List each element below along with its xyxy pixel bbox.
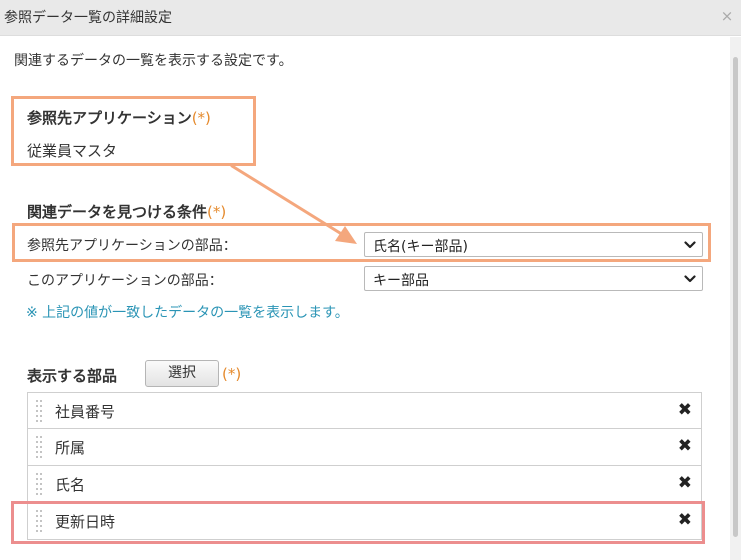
reference-field-selected: 氏名(キー部品): [373, 239, 468, 255]
close-icon[interactable]: ×: [720, 9, 734, 24]
delete-icon[interactable]: ✖: [678, 473, 692, 493]
reference-field-select[interactable]: 氏名(キー部品): [364, 232, 703, 257]
display-fields-heading: 表示する部品: [27, 367, 118, 385]
required-mark: (*): [207, 203, 227, 221]
list-item[interactable]: 氏名 ✖: [27, 466, 702, 503]
dialog-titlebar: 参照データ一覧の詳細設定 ×: [0, 0, 741, 36]
drag-handle-icon[interactable]: [36, 473, 42, 495]
highlight-updated-field: [11, 501, 705, 544]
delete-icon[interactable]: ✖: [678, 400, 692, 420]
condition-label-reference-field: 参照先アプリケーションの部品：: [27, 238, 237, 254]
list-item[interactable]: 所属 ✖: [27, 429, 702, 466]
reference-app-heading: 参照先アプリケーション(*): [27, 107, 211, 128]
drag-handle-icon[interactable]: [36, 400, 42, 422]
this-field-selected: キー部品: [373, 273, 429, 289]
reference-app-heading-text: 参照先アプリケーション: [27, 109, 192, 127]
display-fields-required: (*): [222, 365, 241, 383]
reference-app-value: 従業員マスタ: [27, 142, 118, 160]
scrollbar-thumb[interactable]: [733, 57, 738, 537]
dialog-title: 参照データ一覧の詳細設定: [4, 10, 172, 26]
conditions-heading-text: 関連データを見つける条件: [27, 203, 208, 221]
list-item-label: 所属: [55, 439, 86, 457]
drag-handle-icon[interactable]: [36, 436, 42, 458]
list-item-label: 氏名: [55, 476, 86, 494]
chevron-down-icon: [684, 275, 696, 283]
condition-note: ※ 上記の値が一致したデータの一覧を表示します。: [26, 305, 349, 321]
scrollbar[interactable]: [730, 37, 741, 560]
required-mark: (*): [191, 109, 211, 127]
list-item-label: 社員番号: [55, 403, 116, 421]
dialog-description: 関連するデータの一覧を表示する設定です。: [14, 53, 293, 69]
conditions-heading: 関連データを見つける条件(*): [27, 201, 226, 222]
delete-icon[interactable]: ✖: [678, 436, 692, 456]
this-field-select[interactable]: キー部品: [364, 266, 703, 291]
condition-label-this-field: このアプリケーションの部品：: [27, 273, 223, 289]
required-mark: (*): [222, 365, 242, 383]
chevron-down-icon: [684, 241, 696, 249]
select-fields-button[interactable]: 選択: [145, 360, 219, 387]
list-item[interactable]: 社員番号 ✖: [27, 392, 702, 429]
